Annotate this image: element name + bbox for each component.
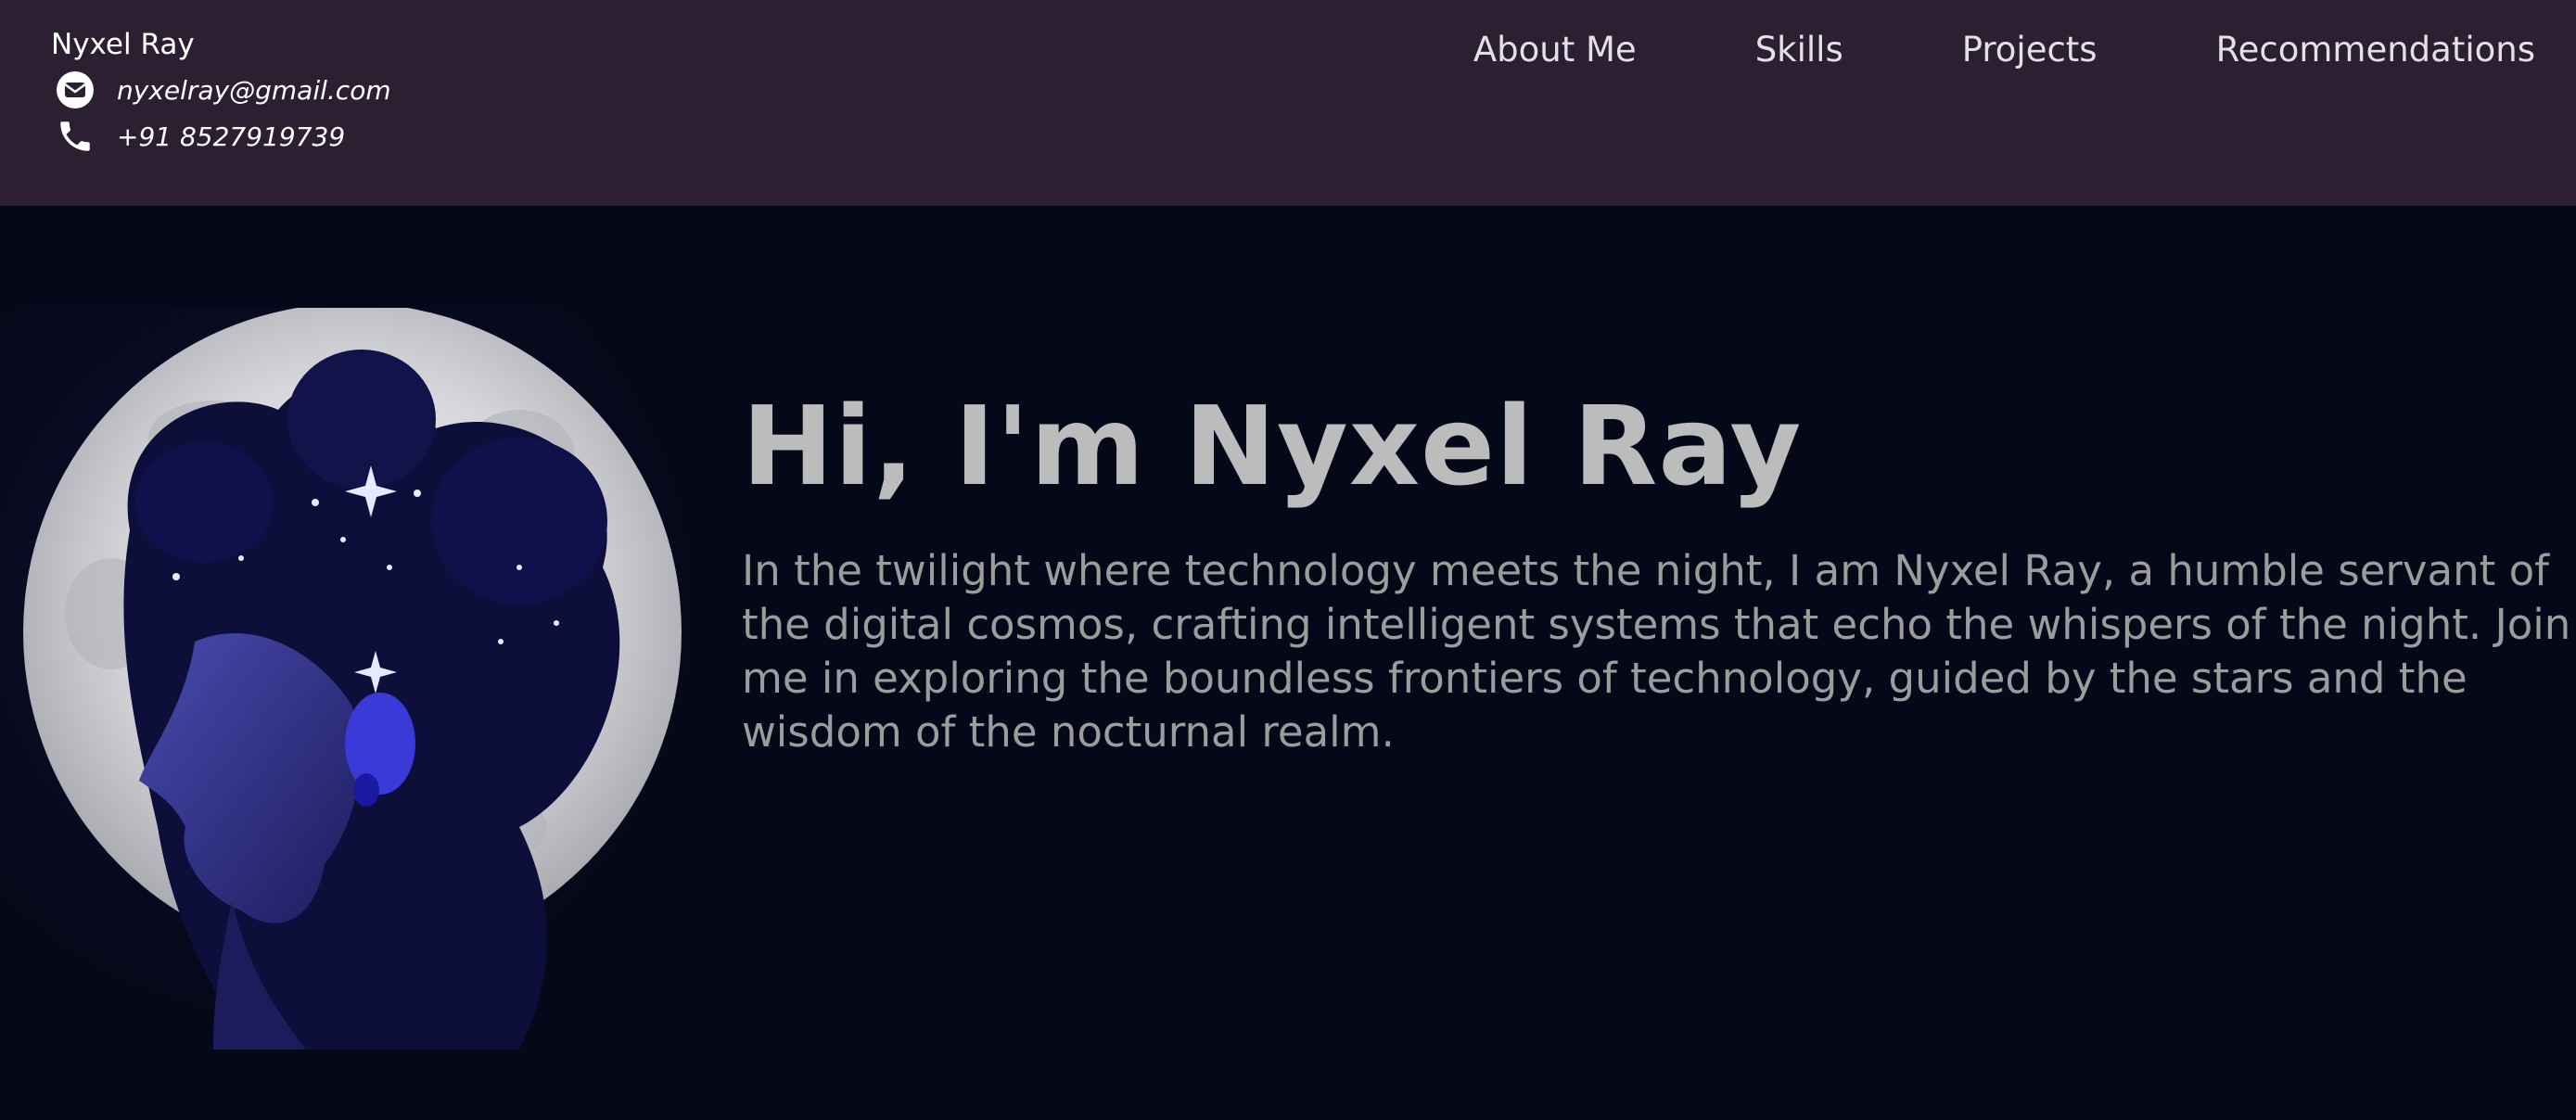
- nav-recommendations[interactable]: Recommendations: [2216, 30, 2535, 70]
- hero-section: Hi, I'm Nyxel Ray In the twilight where …: [0, 206, 2576, 1120]
- nav-skills[interactable]: Skills: [1755, 30, 1843, 70]
- phone-icon: [54, 115, 96, 158]
- hero-description: In the twilight where technology meets t…: [742, 546, 2571, 757]
- brand-name: Nyxel Ray: [51, 28, 195, 61]
- profile-portrait: [0, 308, 723, 1050]
- email-address[interactable]: nyxelray@gmail.com: [117, 75, 391, 106]
- email-contact[interactable]: nyxelray@gmail.com: [54, 69, 391, 111]
- envelope-icon: [54, 69, 96, 111]
- phone-number[interactable]: +91 8527919739: [117, 121, 345, 152]
- nav-about-me[interactable]: About Me: [1473, 30, 1637, 70]
- phone-contact[interactable]: +91 8527919739: [54, 115, 345, 158]
- main-nav: About Me Skills Projects Recommendations: [1473, 30, 2535, 70]
- site-header: Nyxel Ray nyxelray@gmail.com +91 8527919…: [0, 0, 2576, 206]
- nav-projects[interactable]: Projects: [1962, 30, 2098, 70]
- hero-title: Hi, I'm Nyxel Ray: [742, 382, 1803, 510]
